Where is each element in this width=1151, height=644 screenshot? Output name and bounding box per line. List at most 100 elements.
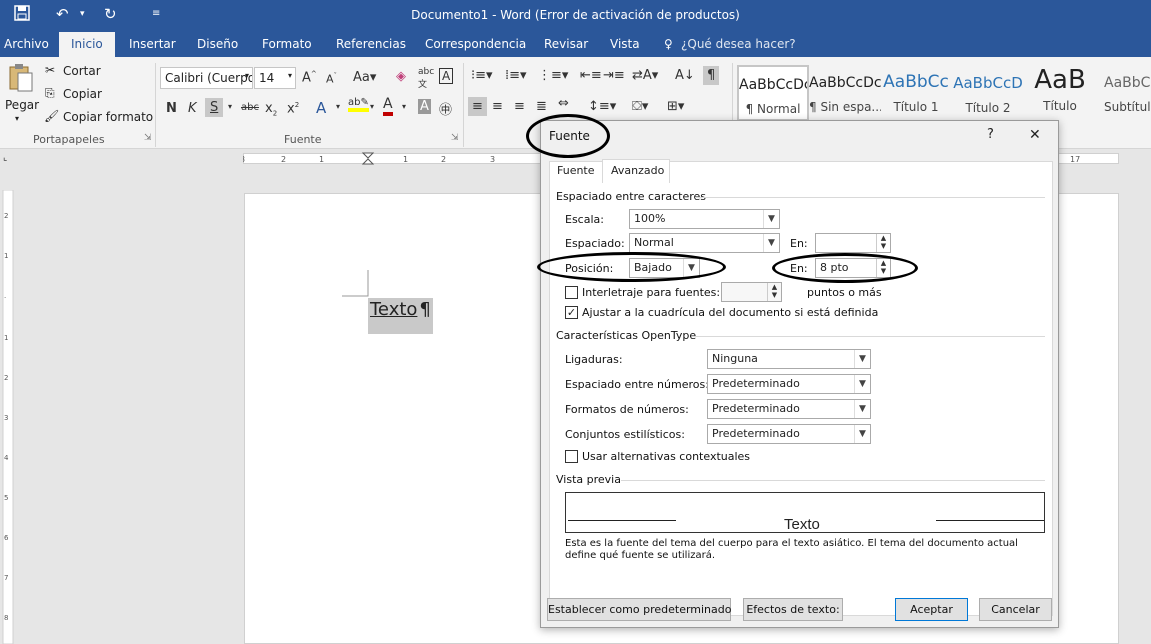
cut-button[interactable]: Cortar: [63, 64, 101, 78]
enclose-characters-icon[interactable]: ㊥: [439, 99, 452, 118]
kerning-input[interactable]: ▲ ▼: [721, 282, 782, 302]
increase-indent-icon[interactable]: ⇥≡: [603, 68, 625, 83]
font-color-dropdown-icon[interactable]: ▾: [402, 102, 406, 111]
tab-archivo[interactable]: Archivo: [4, 37, 49, 51]
tab-formato[interactable]: Formato: [262, 37, 312, 51]
distributed-icon[interactable]: ⇔: [558, 96, 569, 111]
tab-selector-icon[interactable]: ⌞: [3, 153, 7, 163]
multilevel-list-icon[interactable]: ⋮≡▾: [538, 68, 568, 83]
character-shading-icon[interactable]: A: [418, 99, 431, 114]
text-direction-icon[interactable]: ⇄A▾: [632, 68, 658, 83]
margin-corner-mark: [342, 270, 369, 297]
clear-formatting-icon[interactable]: ◈: [396, 69, 406, 84]
shading-icon[interactable]: ⛋▾: [632, 99, 648, 114]
selected-text[interactable]: Texto ¶: [368, 298, 433, 334]
numbering-icon[interactable]: ⁞≡▾: [505, 68, 527, 83]
annotation-oval-title: [526, 114, 610, 158]
tab-referencias[interactable]: Referencias: [336, 37, 406, 51]
svg-text:·: ·: [4, 294, 6, 302]
font-launcher-icon[interactable]: ⇲: [451, 133, 459, 143]
style-subtitle[interactable]: AaBbCc Subtítulo: [1096, 65, 1151, 121]
vertical-ruler[interactable]: 2 1 · 1 2 3 4 5 6 7 8: [0, 190, 14, 644]
svg-text:17: 17: [1070, 155, 1080, 164]
align-center-icon[interactable]: ≡: [492, 99, 503, 114]
kerning-checkbox[interactable]: [565, 286, 578, 299]
italic-icon[interactable]: K: [188, 101, 197, 116]
paste-icon[interactable]: [8, 63, 34, 96]
stylistic-sets-label: Conjuntos estilísticos:: [565, 428, 685, 441]
opentype-section-title: Características OpenType: [556, 329, 697, 342]
bold-icon[interactable]: N: [166, 101, 177, 116]
paste-dropdown-icon[interactable]: ▾: [15, 114, 19, 123]
text-effects-button[interactable]: Efectos de texto:: [743, 598, 843, 621]
tab-fuente[interactable]: Fuente: [557, 164, 595, 177]
svg-text:3: 3: [490, 155, 495, 164]
text-effects-dropdown-icon[interactable]: ▾: [336, 102, 340, 111]
tell-me-input[interactable]: ¿Qué desea hacer?: [681, 37, 796, 51]
tab-correspondencia[interactable]: Correspondencia: [425, 37, 526, 51]
tab-avanzado[interactable]: Avanzado: [602, 159, 670, 183]
style-heading-2[interactable]: AaBbCcD Título 2: [952, 65, 1024, 121]
cancel-button[interactable]: Cancelar: [979, 598, 1052, 621]
subscript-icon[interactable]: x2: [265, 101, 277, 118]
spacing-select[interactable]: Normal ▼: [629, 233, 780, 253]
svg-text:2: 2: [441, 155, 446, 164]
change-case-icon[interactable]: Aa▾: [353, 70, 376, 85]
font-name-combo[interactable]: Calibri (Cuerpo ▾: [160, 67, 253, 89]
superscript-icon[interactable]: x2: [287, 101, 299, 116]
font-color-icon[interactable]: A: [383, 97, 393, 116]
shrink-font-icon[interactable]: Aˇ: [326, 72, 337, 86]
show-marks-icon[interactable]: ¶: [703, 66, 720, 85]
style-title[interactable]: AaB Título: [1024, 65, 1096, 121]
font-size-combo[interactable]: 14 ▾: [254, 67, 296, 89]
ligatures-select[interactable]: Ninguna ▼: [707, 349, 871, 369]
tab-vista[interactable]: Vista: [610, 37, 640, 51]
justify-icon[interactable]: ≣: [536, 99, 547, 114]
align-left-icon[interactable]: ≡: [468, 97, 487, 116]
number-forms-select[interactable]: Predeterminado ▼: [707, 399, 871, 419]
help-button[interactable]: ?: [987, 127, 994, 142]
line-spacing-icon[interactable]: ↕≡▾: [588, 99, 616, 114]
sort-icon[interactable]: A↓: [675, 68, 695, 83]
grow-font-icon[interactable]: A^: [302, 70, 317, 85]
font-group-label: Fuente: [284, 133, 322, 146]
character-border-icon[interactable]: A: [439, 68, 454, 84]
borders-icon[interactable]: ⊞▾: [667, 99, 684, 114]
svg-text:1: 1: [4, 334, 8, 342]
strikethrough-icon[interactable]: abc: [241, 102, 259, 113]
tab-revisar[interactable]: Revisar: [544, 37, 588, 51]
phonetic-guide-icon[interactable]: abc 文: [418, 67, 434, 90]
lightbulb-icon: ♀: [664, 37, 673, 51]
close-icon[interactable]: ✕: [1029, 127, 1041, 143]
decrease-indent-icon[interactable]: ⇤≡: [580, 68, 602, 83]
tab-diseno[interactable]: Diseño: [197, 37, 238, 51]
set-default-button[interactable]: Establecer como predeterminado: [547, 598, 731, 621]
tab-insertar[interactable]: Insertar: [129, 37, 176, 51]
font-dialog[interactable]: Fuente ? ✕ Fuente Avanzado Espaciado ent…: [540, 120, 1059, 628]
clipboard-launcher-icon[interactable]: ⇲: [144, 133, 152, 143]
style-heading-1[interactable]: AaBbCc Título 1: [880, 65, 952, 121]
format-painter-button[interactable]: Copiar formato: [63, 110, 153, 124]
tab-inicio[interactable]: Inicio: [59, 32, 115, 57]
copy-button[interactable]: Copiar: [63, 87, 102, 101]
align-right-icon[interactable]: ≡: [514, 99, 525, 114]
highlight-dropdown-icon[interactable]: ▾: [370, 102, 374, 111]
paste-button[interactable]: Pegar: [5, 98, 39, 112]
scale-select[interactable]: 100% ▼: [629, 209, 780, 229]
stylistic-sets-select[interactable]: Predeterminado ▼: [707, 424, 871, 444]
highlight-icon[interactable]: ab✎: [348, 97, 369, 112]
spacing-by-input[interactable]: ▲ ▼: [815, 233, 891, 253]
svg-text:1: 1: [403, 155, 408, 164]
contextual-checkbox[interactable]: [565, 450, 578, 463]
bullets-icon[interactable]: ⁝≡▾: [471, 68, 493, 83]
grid-checkbox[interactable]: ✓: [565, 306, 578, 319]
ok-button[interactable]: Aceptar: [895, 598, 968, 621]
underline-dropdown-icon[interactable]: ▾: [228, 102, 232, 111]
style-normal[interactable]: AaBbCcDc ¶ Normal: [737, 65, 809, 121]
underline-icon[interactable]: S: [205, 98, 224, 117]
spinner-icon: ▲ ▼: [767, 283, 781, 301]
text-effects-icon[interactable]: A: [316, 99, 326, 117]
number-spacing-select[interactable]: Predeterminado ▼: [707, 374, 871, 394]
style-no-spacing[interactable]: AaBbCcDc ¶ Sin espa...: [809, 65, 881, 121]
spacing-by-label: En:: [790, 237, 808, 250]
